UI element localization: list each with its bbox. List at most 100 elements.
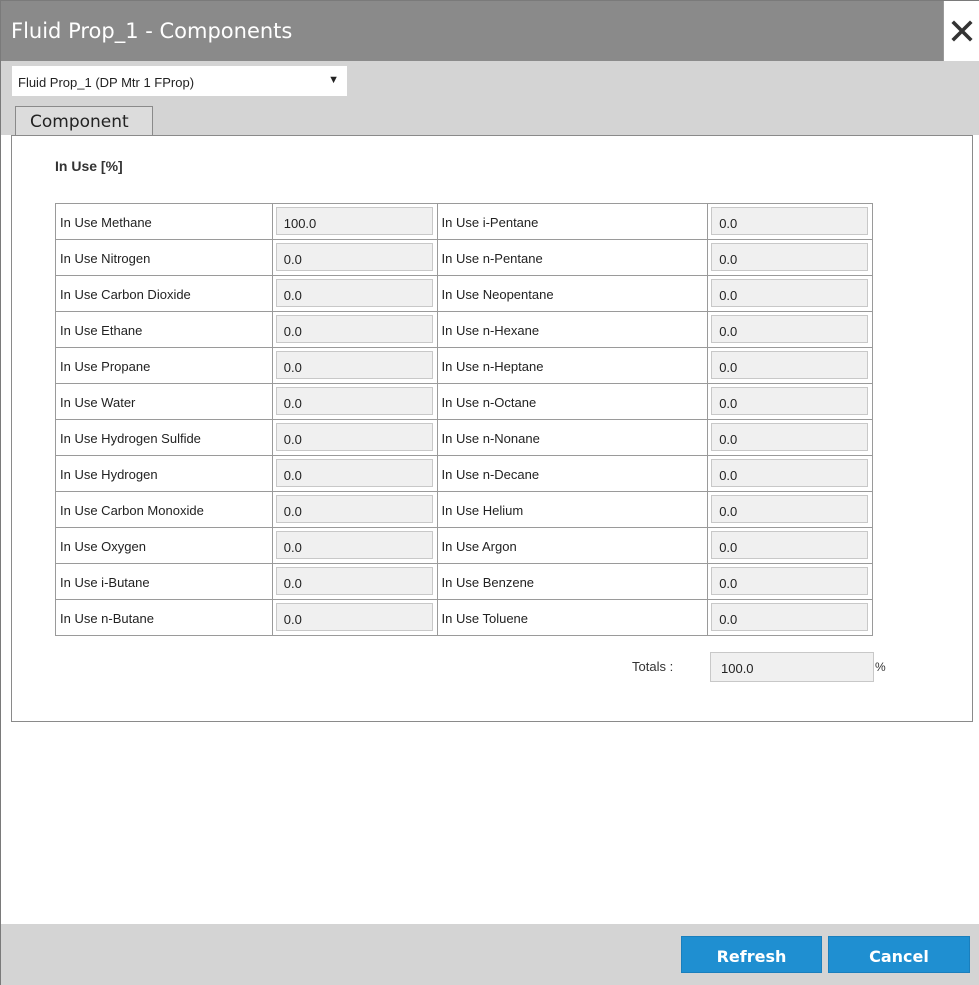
component-value-field[interactable]: 0.0 — [711, 567, 868, 595]
component-label: In Use n-Octane — [437, 384, 709, 420]
component-value-field[interactable]: 0.0 — [711, 315, 868, 343]
component-label: In Use Oxygen — [56, 528, 273, 564]
component-value-cell: 0.0 — [272, 240, 438, 276]
component-value-field[interactable]: 0.0 — [711, 243, 868, 271]
component-value-cell: 0.0 — [708, 420, 873, 456]
component-label: In Use Hydrogen Sulfide — [56, 420, 273, 456]
component-label: In Use n-Nonane — [437, 420, 709, 456]
chevron-down-icon: ▼ — [328, 74, 339, 86]
component-value-cell: 0.0 — [708, 600, 873, 636]
table-row: In Use n-Butane 0.0 In Use Toluene 0.0 — [56, 600, 873, 636]
component-label: In Use n-Decane — [437, 456, 709, 492]
component-value-field[interactable]: 0.0 — [275, 567, 433, 595]
component-label: In Use Toluene — [437, 600, 709, 636]
component-label: In Use Ethane — [56, 312, 273, 348]
component-value-field[interactable]: 0.0 — [711, 387, 868, 415]
window-title: Fluid Prop_1 - Components — [11, 19, 293, 43]
components-dialog: Fluid Prop_1 - Components Fluid Prop_1 (… — [0, 0, 979, 985]
component-value-field[interactable]: 0.0 — [711, 207, 868, 235]
table-row: In Use Hydrogen 0.0 In Use n-Decane 0.0 — [56, 456, 873, 492]
tab-strip: Component — [1, 101, 979, 136]
component-value-field[interactable]: 0.0 — [275, 423, 433, 451]
component-value-cell: 0.0 — [272, 564, 438, 600]
component-value-field[interactable]: 0.0 — [711, 279, 868, 307]
component-value-field[interactable]: 0.0 — [275, 459, 433, 487]
component-value-field[interactable]: 0.0 — [275, 279, 433, 307]
section-title: In Use [%] — [55, 158, 123, 174]
table-row: In Use Hydrogen Sulfide 0.0 In Use n-Nonan… — [56, 420, 873, 456]
component-value-field[interactable]: 0.0 — [711, 531, 868, 559]
component-value-field[interactable]: 0.0 — [275, 531, 433, 559]
component-value-field[interactable]: 0.0 — [275, 351, 433, 379]
component-panel: In Use [%] In Use Methane 100.0 In Use i-P… — [11, 135, 973, 722]
fluid-select[interactable]: Fluid Prop_1 (DP Mtr 1 FProp) ▼ — [11, 65, 348, 97]
component-label: In Use Carbon Dioxide — [56, 276, 273, 312]
component-value-field[interactable]: 0.0 — [711, 351, 868, 379]
component-value-field[interactable]: 0.0 — [711, 459, 868, 487]
component-value-cell: 0.0 — [708, 492, 873, 528]
component-label: In Use n-Heptane — [437, 348, 709, 384]
component-value-cell: 0.0 — [708, 240, 873, 276]
table-row: In Use i-Butane 0.0 In Use Benzene 0.0 — [56, 564, 873, 600]
component-label: In Use i-Butane — [56, 564, 273, 600]
table-row: In Use Ethane 0.0 In Use n-Hexane 0.0 — [56, 312, 873, 348]
component-label: In Use Benzene — [437, 564, 709, 600]
component-value-cell: 0.0 — [708, 528, 873, 564]
component-value-cell: 0.0 — [708, 564, 873, 600]
component-value-field[interactable]: 0.0 — [711, 603, 868, 631]
component-label: In Use Hydrogen — [56, 456, 273, 492]
component-value-cell: 0.0 — [708, 312, 873, 348]
component-value-cell: 0.0 — [272, 492, 438, 528]
component-value-field[interactable]: 0.0 — [275, 495, 433, 523]
table-row: In Use Carbon Monoxide 0.0 In Use Helium 0.… — [56, 492, 873, 528]
component-value-cell: 0.0 — [272, 384, 438, 420]
table-row: In Use Water 0.0 In Use n-Octane 0.0 — [56, 384, 873, 420]
component-value-cell: 0.0 — [272, 600, 438, 636]
component-label: In Use n-Hexane — [437, 312, 709, 348]
component-value-field[interactable]: 0.0 — [275, 243, 433, 271]
tab-component[interactable]: Component — [15, 106, 153, 136]
component-label: In Use Nitrogen — [56, 240, 273, 276]
close-button[interactable] — [943, 1, 979, 61]
component-value-field[interactable]: 0.0 — [711, 423, 868, 451]
component-value-field[interactable]: 0.0 — [275, 387, 433, 415]
component-value-cell: 0.0 — [272, 456, 438, 492]
component-value-cell: 0.0 — [272, 276, 438, 312]
component-value-cell: 0.0 — [708, 348, 873, 384]
component-label: In Use i-Pentane — [437, 204, 709, 240]
component-label: In Use Methane — [56, 204, 273, 240]
footer-bar: Refresh Cancel — [1, 924, 979, 985]
table-row: In Use Nitrogen 0.0 In Use n-Pentane 0.0 — [56, 240, 873, 276]
component-value-cell: 100.0 — [272, 204, 438, 240]
component-value-cell: 0.0 — [708, 456, 873, 492]
fluid-select-bar: Fluid Prop_1 (DP Mtr 1 FProp) ▼ — [1, 61, 979, 101]
component-label: In Use Neopentane — [437, 276, 709, 312]
cancel-button[interactable]: Cancel — [828, 936, 970, 973]
component-label: In Use Helium — [437, 492, 709, 528]
component-label: In Use Argon — [437, 528, 709, 564]
component-value-field[interactable]: 0.0 — [275, 603, 433, 631]
table-row: In Use Methane 100.0 In Use i-Pentane 0.0 — [56, 204, 873, 240]
component-label: In Use Propane — [56, 348, 273, 384]
refresh-button[interactable]: Refresh — [681, 936, 822, 973]
component-label: In Use n-Butane — [56, 600, 273, 636]
component-value-cell: 0.0 — [708, 276, 873, 312]
fluid-select-value: Fluid Prop_1 (DP Mtr 1 FProp) — [18, 75, 195, 90]
component-value-cell: 0.0 — [708, 204, 873, 240]
component-value-cell: 0.0 — [272, 348, 438, 384]
component-label: In Use Water — [56, 384, 273, 420]
component-value-field[interactable]: 0.0 — [275, 315, 433, 343]
table-row: In Use Carbon Dioxide 0.0 In Use Neopentan… — [56, 276, 873, 312]
component-value-field[interactable]: 100.0 — [275, 207, 433, 235]
close-icon — [950, 20, 973, 42]
title-bar: Fluid Prop_1 - Components — [1, 1, 979, 61]
component-value-cell: 0.0 — [272, 312, 438, 348]
totals-field: 100.0 — [710, 652, 874, 682]
totals-unit: % — [875, 660, 886, 674]
table-row: In Use Oxygen 0.0 In Use Argon 0.0 — [56, 528, 873, 564]
component-value-cell: 0.0 — [272, 420, 438, 456]
component-value-field[interactable]: 0.0 — [711, 495, 868, 523]
table-row: In Use Propane 0.0 In Use n-Heptane 0.0 — [56, 348, 873, 384]
component-label: In Use Carbon Monoxide — [56, 492, 273, 528]
component-value-cell: 0.0 — [272, 528, 438, 564]
